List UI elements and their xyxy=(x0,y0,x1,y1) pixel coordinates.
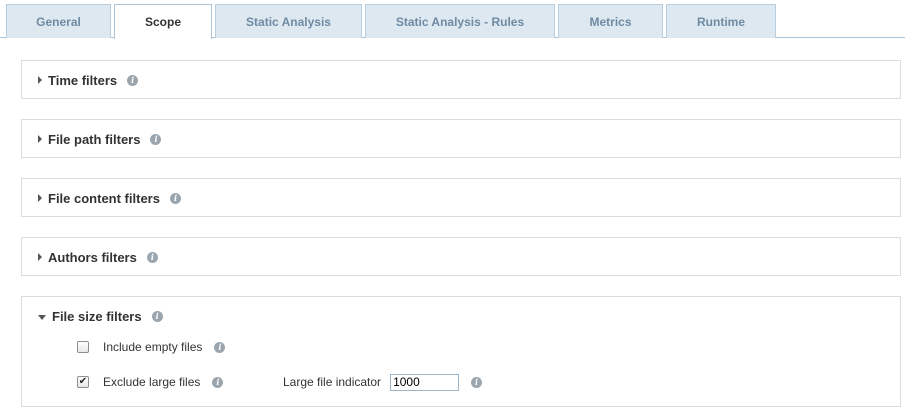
tab-label: Static Analysis - Rules xyxy=(395,14,525,29)
include-empty-row: Include empty files i xyxy=(77,337,226,357)
tab-general[interactable]: General xyxy=(6,4,111,38)
tab-static-analysis-rules[interactable]: Static Analysis - Rules xyxy=(365,4,555,38)
tab-label: Runtime xyxy=(697,14,745,29)
tab-bar: General Scope Static Analysis Static Ana… xyxy=(0,0,905,39)
caret-right-icon xyxy=(38,194,42,202)
info-icon[interactable]: i xyxy=(214,341,226,353)
exclude-large-checkbox[interactable]: ✔ xyxy=(77,376,89,388)
info-icon[interactable]: i xyxy=(471,376,483,388)
exclude-large-label: Exclude large files xyxy=(103,375,201,389)
info-icon[interactable]: i xyxy=(151,310,163,322)
tab-label: Static Analysis xyxy=(246,14,331,29)
panel-title: File size filters xyxy=(52,308,142,324)
caret-down-icon xyxy=(38,314,46,320)
info-icon[interactable]: i xyxy=(127,74,139,86)
panel-title: File path filters xyxy=(48,131,141,147)
tab-static-analysis[interactable]: Static Analysis xyxy=(215,4,362,38)
exclude-large-row: ✔ Exclude large files i xyxy=(77,372,224,392)
tab-scope[interactable]: Scope xyxy=(114,4,212,39)
panel-authors-filters: Authors filters i xyxy=(21,237,901,276)
panel-file-size-filters: File size filters i Include empty files … xyxy=(21,296,901,407)
include-empty-checkbox[interactable] xyxy=(77,341,89,353)
tab-label: Scope xyxy=(144,15,181,29)
panel-header-file-content-filters[interactable]: File content filters i xyxy=(22,179,900,217)
caret-right-icon xyxy=(38,76,42,84)
panel-time-filters: Time filters i xyxy=(21,60,901,99)
info-icon[interactable]: i xyxy=(212,376,224,388)
info-icon[interactable]: i xyxy=(146,251,158,263)
panel-header-file-path-filters[interactable]: File path filters i xyxy=(22,120,900,158)
large-indicator-row: Large file indicator i xyxy=(283,372,483,392)
caret-right-icon xyxy=(38,135,42,143)
info-icon[interactable]: i xyxy=(169,192,181,204)
tab-metrics[interactable]: Metrics xyxy=(558,4,663,38)
info-icon[interactable]: i xyxy=(150,133,162,145)
large-indicator-label: Large file indicator xyxy=(283,375,382,389)
panel-title: Time filters xyxy=(48,72,118,88)
include-empty-label: Include empty files xyxy=(103,340,203,354)
tab-label: General xyxy=(36,14,81,29)
caret-right-icon xyxy=(38,253,42,261)
tab-runtime[interactable]: Runtime xyxy=(666,4,776,38)
panel-title: Authors filters xyxy=(48,249,137,265)
panel-file-content-filters: File content filters i xyxy=(21,178,901,217)
panel-file-path-filters: File path filters i xyxy=(21,119,901,158)
tab-label: Metrics xyxy=(589,14,632,29)
panel-title: File content filters xyxy=(48,190,160,206)
panel-header-time-filters[interactable]: Time filters i xyxy=(22,61,900,99)
large-indicator-input[interactable] xyxy=(390,373,460,391)
panel-header-file-size-filters[interactable]: File size filters i xyxy=(22,297,900,335)
panel-header-authors-filters[interactable]: Authors filters i xyxy=(22,238,900,276)
